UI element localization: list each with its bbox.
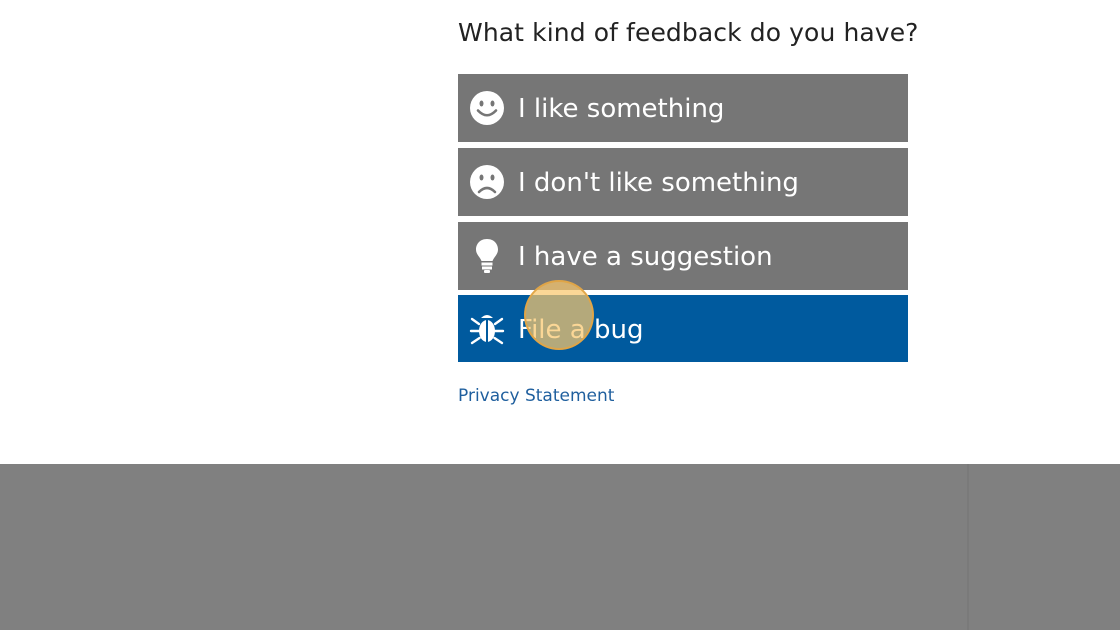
- background-divider: [967, 464, 969, 630]
- lightbulb-icon: [469, 238, 505, 274]
- i-have-a-suggestion-button[interactable]: I have a suggestion: [458, 222, 908, 290]
- dimmed-background: [0, 464, 1120, 630]
- privacy-statement-link[interactable]: Privacy Statement: [458, 386, 614, 406]
- i-dont-like-something-button[interactable]: I don't like something: [458, 148, 908, 216]
- option-label: I have a suggestion: [518, 242, 773, 272]
- option-label: I like something: [518, 94, 725, 124]
- feedback-question-heading: What kind of feedback do you have?: [458, 18, 919, 47]
- option-label: I don't like something: [518, 168, 799, 198]
- frowning-face-icon: [469, 164, 505, 200]
- smiley-face-icon: [469, 90, 505, 126]
- feedback-panel: What kind of feedback do you have? I lik…: [0, 0, 1120, 464]
- option-label: File a bug: [518, 315, 644, 345]
- file-a-bug-button[interactable]: File a bug: [458, 295, 908, 362]
- i-like-something-button[interactable]: I like something: [458, 74, 908, 142]
- bug-icon: [469, 311, 505, 347]
